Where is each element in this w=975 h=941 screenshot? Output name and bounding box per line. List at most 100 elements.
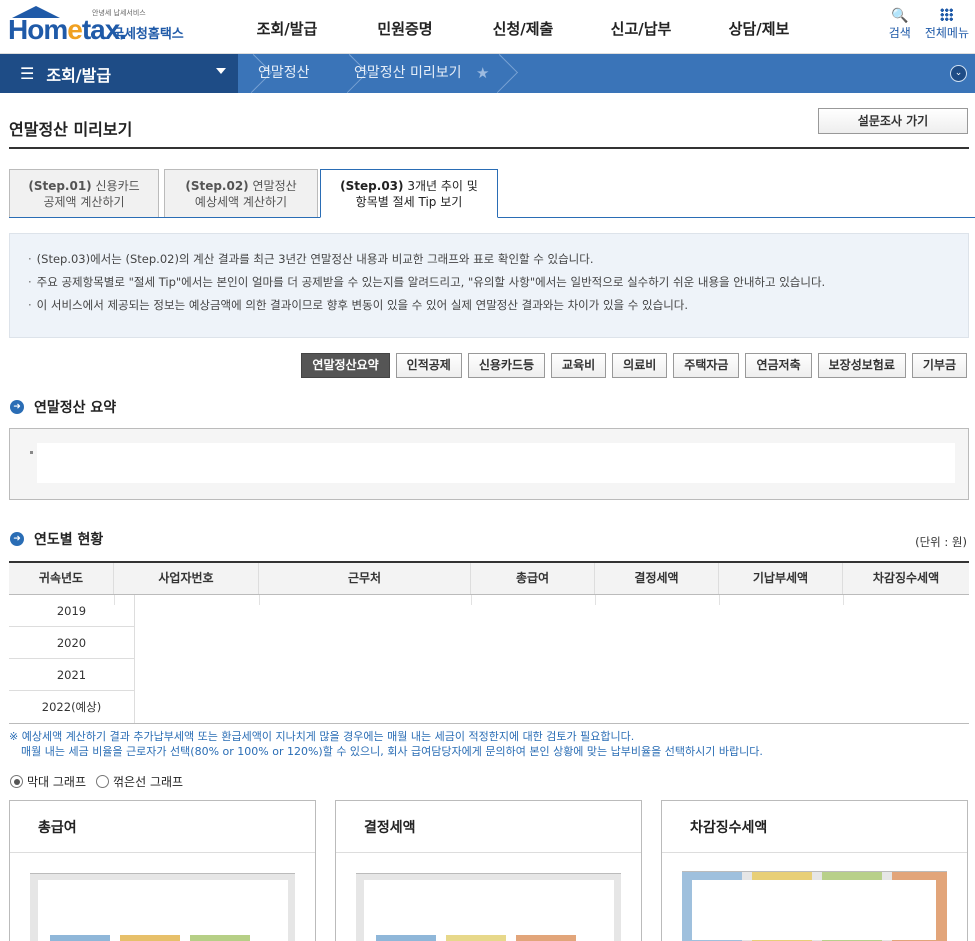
gnb-item-filing[interactable]: 신고/납부 [582,18,700,39]
logo-korean-name: 국세청홈택스 [112,27,184,42]
chevron-down-icon [216,68,226,74]
col-year: 귀속년도 [9,563,114,594]
search-icon: 🔍 [891,8,909,24]
chart-bar [120,935,180,941]
logo-text: Hometax. [8,14,127,45]
category-insurance-button[interactable]: 보장성보험료 [817,353,906,378]
breadcrumb-bar: ☰ 조회/발급 연말정산 연말정산 미리보기 ★ ⌄ [0,54,975,93]
gnb-item-inquiry[interactable]: 조회/발급 [228,18,346,39]
chart-card-total-salary: 총급여 [9,800,316,941]
col-workplace: 근무처 [259,563,471,594]
bar-graph-radio[interactable] [10,775,23,788]
logo-small-text: 안녕세 납세서비스 [92,9,146,17]
summary-heading-text: 연말정산 요약 [34,400,117,416]
hometax-logo[interactable]: Hometax. 안녕세 납세서비스 국세청홈택스 [8,6,198,46]
column-divider [719,595,720,605]
year-cell: 2021 [9,659,135,691]
chart-bar [190,935,250,941]
tab-step-label: (Step.02) [185,179,249,193]
chart-card-title: 총급여 [10,801,315,853]
chart-card-title: 차감징수세액 [662,801,967,853]
chart-canvas [38,880,288,941]
table-header: 귀속년도 사업자번호 근무처 총급여 결정세액 기납부세액 차감징수세액 [9,563,969,595]
chart-bar [516,935,576,941]
chart-card-determined-tax: 결정세액 [335,800,642,941]
year-cell: 2022(예상) [9,691,135,723]
column-divider [114,595,115,605]
category-donation-button[interactable]: 기부금 [911,353,967,378]
category-personal-deduction-button[interactable]: 인적공제 [395,353,462,378]
global-nav: 조회/발급 민원증명 신청/제출 신고/납부 상담/제보 [228,18,818,39]
unit-label: (단위 : 원) [915,535,967,549]
gnb-item-application[interactable]: 신청/제출 [464,18,582,39]
gnb-item-certificate[interactable]: 민원증명 [346,18,464,39]
bar-graph-label[interactable]: 막대 그래프 [27,773,86,790]
column-divider [259,595,260,605]
col-determined-tax: 결정세액 [595,563,719,594]
graph-type-radios: 막대 그래프 꺾은선 그래프 [10,773,183,790]
expand-circle-chevron-icon[interactable]: ⌄ [950,65,967,82]
arrow-circle-icon: ➜ [10,532,24,546]
tab-line2: 공제액 계산하기 [43,195,125,209]
all-menu-button[interactable]: 전체메뉴 [925,8,969,41]
notes: ※ 예상세액 계산하기 결과 추가납부세액 또는 환급세액이 지나치게 많을 경… [9,729,763,759]
top-header: Hometax. 안녕세 납세서비스 국세청홈택스 조회/발급 민원증명 신청/… [0,0,975,54]
note-line: ※ 예상세액 계산하기 결과 추가납부세액 또는 환급세액이 지나치게 많을 경… [9,730,635,743]
gnb-item-consult[interactable]: 상담/제보 [700,18,818,39]
title-divider [9,147,969,149]
category-summary-button[interactable]: 연말정산요약 [301,353,390,378]
search-button[interactable]: 🔍 검색 [889,8,911,41]
step-tabs: (Step.01) 신용카드 공제액 계산하기 (Step.02) 연말정산 예… [9,169,975,218]
line-graph-radio[interactable] [96,775,110,788]
category-credit-card-button[interactable]: 신용카드등 [467,353,546,378]
year-cell: 2020 [9,627,135,659]
all-menu-label: 전체메뉴 [924,26,969,40]
summary-box [9,428,969,500]
column-divider [595,595,596,605]
table-row: 2020 [9,627,969,659]
info-line: (Step.03)에서는 (Step.02)의 계산 결과를 최근 3년간 연말… [28,248,958,271]
chart-bar [50,935,110,941]
tab-line1: 3개년 추이 및 [407,179,478,193]
summary-content [37,443,955,483]
bullet-dot [30,451,33,454]
tab-step-01[interactable]: (Step.01) 신용카드 공제액 계산하기 [9,169,159,217]
category-pension-button[interactable]: 연금저축 [745,353,812,378]
col-total-salary: 총급여 [471,563,595,594]
column-divider [843,595,844,605]
chart-plot-area [356,873,621,941]
tab-step-03[interactable]: (Step.03) 3개년 추이 및 항목별 절세 Tip 보기 [320,169,498,218]
col-prepaid-tax: 기납부세액 [719,563,843,594]
tab-line2: 항목별 절세 Tip 보기 [355,195,463,209]
survey-button[interactable]: 설문조사 가기 [818,108,968,134]
col-balance-tax: 차감징수세액 [872,571,940,585]
table-body: 2019 2020 2021 2022(예상) [9,595,969,724]
page-title: 연말정산 미리보기 [9,120,133,139]
yearly-table: 귀속년도 사업자번호 근무처 총급여 결정세액 기납부세액 차감징수세액 201… [9,561,969,724]
category-medical-button[interactable]: 의료비 [612,353,668,378]
breadcrumb-item-yearend[interactable]: 연말정산 [258,54,310,93]
category-housing-button[interactable]: 주택자금 [673,353,740,378]
tab-line1: 연말정산 [252,179,297,193]
info-line: 이 서비스에서 제공되는 정보는 예상금액에 의한 결과이므로 향후 변동이 있… [28,294,958,317]
col-business-number: 사업자번호 [114,563,259,594]
tab-line1: 신용카드 [95,179,140,193]
table-row: 2019 [9,595,969,627]
tab-step-02[interactable]: (Step.02) 연말정산 예상세액 계산하기 [164,169,318,217]
arrow-circle-icon: ➜ [10,400,24,414]
line-graph-label[interactable]: 꺾은선 그래프 [113,773,183,790]
hamburger-icon: ☰ [20,64,35,83]
note-line: 매월 내는 세금 비율을 근로자가 선택(80% or 100% or 120%… [21,745,763,758]
category-education-button[interactable]: 교육비 [551,353,607,378]
chart-plot-area [30,873,295,941]
breadcrumb-item-preview[interactable]: 연말정산 미리보기 [354,54,462,93]
section-menu-dropdown[interactable]: ☰ 조회/발급 [0,54,238,93]
tab-step-label: (Step.03) [340,179,404,193]
chart-canvas [364,880,614,941]
year-cell: 2019 [9,595,135,627]
summary-heading: ➜ 연말정산 요약 [10,397,116,417]
info-box: (Step.03)에서는 (Step.02)의 계산 결과를 최근 3년간 연말… [9,233,969,338]
yearly-heading: ➜ 연도별 현황 [10,529,103,549]
chart-bar [376,935,436,941]
chart-plot-area [682,871,947,941]
